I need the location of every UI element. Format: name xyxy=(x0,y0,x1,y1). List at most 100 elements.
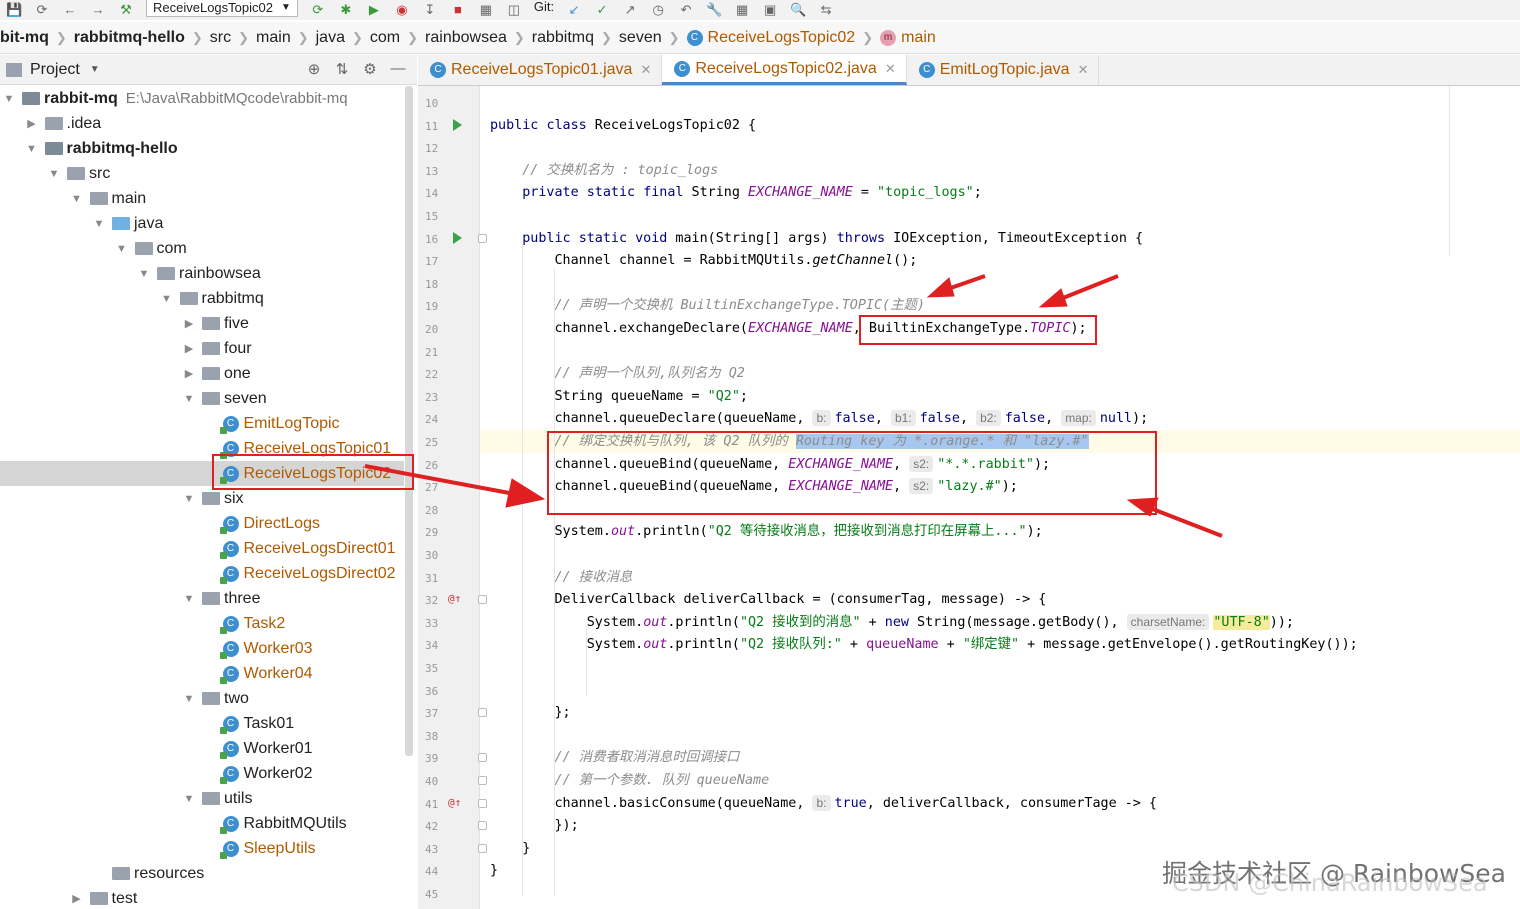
tree-folder-item[interactable]: ▼ src xyxy=(0,161,404,186)
hide-icon[interactable]: — xyxy=(387,60,409,78)
breadcrumb-item-java[interactable]: java xyxy=(316,29,345,47)
tree-folder-item[interactable]: ▶ test xyxy=(0,886,404,909)
tab-emit-log-topic[interactable]: C EmitLogTopic.java ✕ xyxy=(907,55,1100,85)
gutter-line[interactable]: 42 xyxy=(418,815,487,838)
gutter-line[interactable]: 24 xyxy=(418,408,480,431)
git-update-icon[interactable]: ↙ xyxy=(566,3,582,17)
chevron-down-icon[interactable]: ▼ xyxy=(182,593,196,605)
breadcrumb-item-method[interactable]: m main xyxy=(880,29,936,47)
chevron-down-icon[interactable]: ▼ xyxy=(70,193,84,205)
code-line[interactable]: }); xyxy=(490,815,578,838)
gutter-line[interactable]: 17 xyxy=(418,250,480,273)
tree-class-item[interactable]: C SleepUtils xyxy=(0,836,404,861)
run-icon[interactable]: ⟳ xyxy=(310,3,326,17)
tree-class-item[interactable]: C ReceiveLogsTopic01 xyxy=(0,436,404,461)
fold-icon[interactable] xyxy=(478,798,487,808)
gutter-line[interactable]: 38 xyxy=(418,725,480,748)
tree-class-item[interactable]: C Worker03 xyxy=(0,636,404,661)
save-icon[interactable]: 💾 xyxy=(6,3,22,17)
chevron-down-icon[interactable]: ▼ xyxy=(92,218,106,230)
code-line[interactable]: public class ReceiveLogsTopic02 { xyxy=(490,115,756,138)
chevron-down-icon[interactable]: ▼ xyxy=(115,243,129,255)
chevron-down-icon[interactable]: ▼ xyxy=(47,168,61,180)
code-line[interactable]: // 接收消息 xyxy=(490,567,633,590)
fold-icon[interactable] xyxy=(478,753,487,763)
tree-folder-item[interactable]: ▶ .idea xyxy=(0,111,404,136)
gutter-line[interactable]: 10 xyxy=(418,92,480,115)
fold-icon[interactable] xyxy=(478,776,487,785)
code-line[interactable]: String queueName = "Q2"; xyxy=(490,386,748,409)
breadcrumb-item-seven[interactable]: seven xyxy=(619,29,662,47)
gutter-line[interactable]: 37 xyxy=(418,702,487,725)
gutter-line[interactable]: 33 xyxy=(418,612,480,635)
collapse-all-icon[interactable]: ⇅ xyxy=(331,60,353,78)
gutter-line[interactable]: 40 xyxy=(418,770,487,793)
fold-icon[interactable] xyxy=(478,821,487,831)
project-view-title[interactable]: Project xyxy=(30,61,80,79)
tree-class-item[interactable]: C Worker01 xyxy=(0,736,404,761)
tree-folder-item[interactable]: ▶ one xyxy=(0,361,404,386)
tree-class-item[interactable]: C Task2 xyxy=(0,611,404,636)
chevron-down-icon[interactable]: ▼ xyxy=(182,493,196,505)
tree-folder-item[interactable]: ▶ four xyxy=(0,336,404,361)
chevron-right-icon[interactable]: ▶ xyxy=(182,317,196,330)
code-line[interactable]: channel.queueDeclare(queueName, b: false,… xyxy=(490,408,1148,431)
tree-folder-item[interactable]: ▼ utils xyxy=(0,786,404,811)
code-line[interactable]: // 绑定交换机与队列, 该 Q2 队列的 Routing key 为 *.or… xyxy=(490,431,1089,454)
breadcrumb-item-com[interactable]: com xyxy=(370,29,400,47)
code-line[interactable]: // 交换机名为 : topic_logs xyxy=(490,160,718,183)
gutter-line[interactable]: 45 xyxy=(418,883,480,906)
gutter-line[interactable]: 30 xyxy=(418,544,480,567)
breadcrumb-item-class[interactable]: C ReceiveLogsTopic02 xyxy=(686,29,855,47)
tree-folder-item[interactable]: resources xyxy=(0,861,404,886)
tree-class-item[interactable]: C EmitLogTopic xyxy=(0,411,404,436)
breadcrumb-item-module[interactable]: rabbitmq-hello xyxy=(74,29,185,47)
sdk-icon[interactable]: ◫ xyxy=(506,3,522,17)
code-line[interactable]: public static void main(String[] args) t… xyxy=(490,228,1143,251)
git-commit-icon[interactable]: ✓ xyxy=(594,3,610,17)
chevron-down-icon[interactable]: ▼ xyxy=(137,268,151,280)
run-config-select[interactable]: ReceiveLogsTopic02 ▼ xyxy=(146,0,298,17)
code-line[interactable]: System.out.println("Q2 接收到的消息" + new Str… xyxy=(490,612,1294,635)
gutter-line[interactable]: 29 xyxy=(418,521,480,544)
code-line[interactable]: channel.queueBind(queueName, EXCHANGE_NA… xyxy=(490,454,1050,477)
code-line[interactable]: }; xyxy=(490,702,570,725)
profile-icon[interactable]: ◉ xyxy=(394,3,410,17)
implements-icon[interactable]: @↑ xyxy=(448,592,461,605)
code-line[interactable]: channel.exchangeDeclare(EXCHANGE_NAME, B… xyxy=(490,318,1086,341)
tree-folder-item[interactable]: ▼ three xyxy=(0,586,404,611)
gutter-line[interactable]: 13 xyxy=(418,160,480,183)
run-gutter-icon[interactable] xyxy=(453,118,462,131)
gutter-line[interactable]: 22 xyxy=(418,363,480,386)
gutter-line[interactable]: 27 xyxy=(418,476,480,499)
code-area[interactable]: public class ReceiveLogsTopic02 { // 交换机… xyxy=(490,86,1520,909)
gutter-line[interactable]: 39 xyxy=(418,747,487,770)
forward-icon[interactable]: → xyxy=(90,3,106,17)
tab-receive-logs-topic01[interactable]: C ReceiveLogsTopic01.java ✕ xyxy=(418,55,663,85)
gutter-line[interactable]: 36 xyxy=(418,680,480,703)
fold-icon[interactable] xyxy=(478,595,487,605)
gutter-line[interactable]: 14 xyxy=(418,182,480,205)
stop-icon[interactable]: ■ xyxy=(450,3,466,17)
tree-folder-item[interactable]: ▶ five xyxy=(0,311,404,336)
code-line[interactable]: // 声明一个队列,队列名为 Q2 xyxy=(490,363,745,386)
search-icon[interactable]: 🔍 xyxy=(790,3,806,17)
code-line[interactable]: channel.queueBind(queueName, EXCHANGE_NA… xyxy=(490,476,1018,499)
gutter-line[interactable]: 19 xyxy=(418,295,480,318)
chevron-down-icon[interactable]: ▼ xyxy=(182,393,196,405)
gutter-line[interactable]: 21 xyxy=(418,341,480,364)
translate-icon[interactable]: ⇆ xyxy=(818,3,834,17)
tree-folder-item[interactable]: ▼ rabbitmq-hello xyxy=(0,136,404,161)
tree-folder-item[interactable]: ▼ two xyxy=(0,686,404,711)
tree-folder-item[interactable]: ▼ java xyxy=(0,211,404,236)
tree-folder-item[interactable]: ▼ main xyxy=(0,186,404,211)
code-line[interactable]: DeliverCallback deliverCallback = (consu… xyxy=(490,589,1046,612)
gutter-line[interactable]: 28 xyxy=(418,499,480,522)
implements-icon[interactable]: @↑ xyxy=(448,796,461,809)
fold-icon[interactable] xyxy=(478,843,487,853)
build-hammer-icon[interactable]: ⚒ xyxy=(118,3,134,17)
code-line[interactable]: channel.basicConsume(queueName, b: true, … xyxy=(490,793,1157,816)
chevron-down-icon[interactable]: ▼ xyxy=(25,143,39,155)
structure-icon[interactable]: ▦ xyxy=(478,3,494,17)
gutter-line[interactable]: 25 xyxy=(418,431,480,454)
